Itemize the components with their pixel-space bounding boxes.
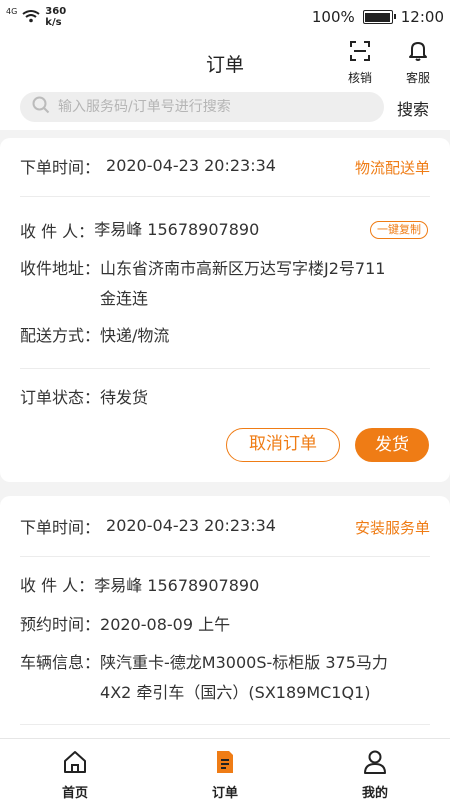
order-card: 下单时间： 2020-04-23 20:23:34 物流配送单 收 件 人： 李… [0,138,450,482]
tab-home-label: 首页 [61,786,88,800]
tab-mine-label: 我的 [361,786,388,800]
scan-icon [349,40,371,66]
order-type-tag: 物流配送单 [354,159,430,177]
vehicle-label: 车辆信息： [20,653,101,672]
order-type-tag: 安装服务单 [354,519,430,537]
delivery-row: 配送方式： 快递/物流 [20,324,430,348]
bell-icon [407,40,429,66]
order-time-label: 下单时间： [20,518,101,537]
scan-label: 核销 [347,71,372,85]
recipient-row: 收 件 人： 李易峰 15678907890 [20,574,430,598]
service-label: 客服 [405,71,430,85]
tab-mine[interactable]: 我的 [300,739,450,800]
appointment-value: 2020-08-09 上午 [100,615,231,634]
status-left: 4G 360 k/s [6,6,66,28]
order-card: 下单时间： 2020-04-23 20:23:34 安装服务单 收 件 人： 李… [0,496,450,748]
network-speed: 360 k/s [45,6,66,28]
status-row: 订单状态： 待发货 [20,386,430,410]
bottom-tab-bar: 首页 订单 我的 [0,738,450,800]
signal-label: 4G [6,7,18,16]
status-label: 订单状态： [20,388,101,407]
search-box[interactable] [20,92,384,122]
order-time-label: 下单时间： [20,158,101,177]
vehicle-value: 陕汽重卡-德龙M3000S-标柜版 375马力 4X2 牵引车（国六）(SX18… [100,653,388,702]
speed-unit: k/s [45,17,62,28]
battery-icon [362,10,396,24]
wifi-icon [22,8,40,27]
recipient-value: 李易峰 15678907890 [94,220,260,239]
delivery-value: 快递/物流 [100,326,170,345]
divider [20,196,430,197]
order-status-value: 待发货 [100,388,149,407]
order-icon [211,748,239,780]
recipient-label: 收 件 人： [20,576,95,595]
recipient-row: 收 件 人： 李易峰 15678907890 [20,218,430,242]
cancel-order-button[interactable]: 取消订单 [226,428,340,462]
scan-button[interactable]: 核销 [338,40,382,86]
tab-home[interactable]: 首页 [0,739,150,800]
home-icon [61,748,89,780]
battery-percent: 100% [311,8,355,26]
status-time: 12:00 [400,8,444,26]
user-icon [361,748,389,780]
appointment-row: 预约时间： 2020-08-09 上午 [20,613,430,637]
recipient-value: 李易峰 15678907890 [94,576,260,595]
divider [20,556,430,557]
appointment-label: 预约时间： [20,615,101,634]
copy-button[interactable]: 一键复制 [370,221,428,239]
search-icon [32,96,50,118]
ship-button[interactable]: 发货 [355,428,429,462]
order-time-value: 2020-04-23 20:23:34 [106,516,276,535]
status-right: 100% 12:00 [312,8,444,26]
divider [20,724,430,725]
address-row: 收件地址： 山东省济南市高新区万达写字楼J2号711金连连 [20,254,430,314]
tab-orders[interactable]: 订单 [150,739,300,800]
tab-orders-label: 订单 [211,786,238,800]
vehicle-row: 车辆信息： 陕汽重卡-德龙M3000S-标柜版 375马力 4X2 牵引车（国六… [20,648,430,708]
divider [20,368,430,369]
customer-service-button[interactable]: 客服 [396,40,440,86]
status-bar: 4G 360 k/s 100% 12:00 [0,0,450,34]
page-title: 订单 [205,54,244,76]
delivery-label: 配送方式： [20,326,101,345]
address-label: 收件地址： [20,259,101,278]
header: 订单 核销 客服 [0,34,450,92]
address-value: 山东省济南市高新区万达写字楼J2号711金连连 [100,259,386,308]
search-button[interactable]: 搜索 [397,96,429,120]
search-row: 搜索 [0,92,450,130]
search-input[interactable] [58,99,358,115]
speed-value: 360 [45,6,67,17]
recipient-label: 收 件 人： [20,222,95,241]
order-time-value: 2020-04-23 20:23:34 [106,156,276,175]
